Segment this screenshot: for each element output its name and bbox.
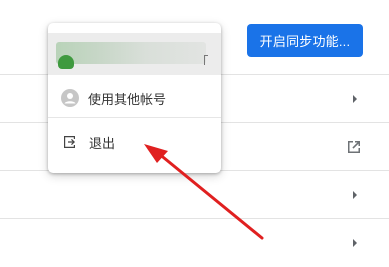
menu-divider — [48, 117, 221, 118]
use-other-account-label: 使用其他帐号 — [88, 92, 167, 108]
person-icon — [61, 89, 79, 107]
account-name-fragment — [204, 55, 208, 65]
row-divider — [0, 218, 389, 219]
logout-icon — [62, 134, 78, 150]
chevron-right-icon[interactable] — [350, 92, 360, 106]
settings-page: 开启同步功能... 使用其他帐号 退出 — [0, 0, 389, 267]
logout-item[interactable]: 退出 — [48, 124, 221, 160]
chevron-right-icon[interactable] — [350, 236, 360, 250]
avatar — [58, 55, 74, 69]
use-other-account-item[interactable]: 使用其他帐号 — [48, 80, 221, 116]
logout-label: 退出 — [89, 136, 116, 152]
current-account-item[interactable] — [48, 33, 221, 75]
account-menu: 使用其他帐号 退出 — [48, 23, 221, 173]
external-link-icon[interactable] — [344, 137, 364, 157]
turn-on-sync-button[interactable]: 开启同步功能... — [247, 24, 363, 57]
blurred-account-info — [56, 42, 206, 64]
chevron-right-icon[interactable] — [350, 188, 360, 202]
